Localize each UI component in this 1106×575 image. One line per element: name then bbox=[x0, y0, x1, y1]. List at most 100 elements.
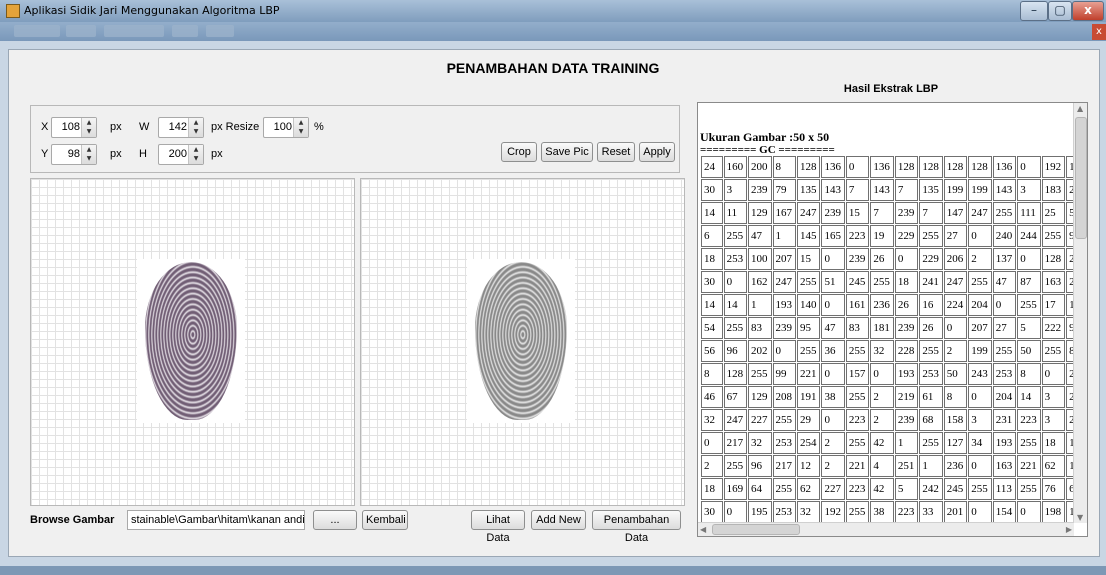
table-cell: 0 bbox=[943, 317, 968, 339]
table-cell: 129 bbox=[748, 386, 772, 408]
minimize-icon[interactable]: – bbox=[1020, 1, 1048, 21]
menu-item[interactable] bbox=[14, 25, 60, 37]
scroll-right-icon[interactable]: ▶ bbox=[1066, 525, 1072, 534]
browse-button[interactable]: ... bbox=[313, 510, 357, 530]
spinner-arrows-icon[interactable]: ▲ ▼ bbox=[188, 118, 203, 137]
percent-label: % bbox=[314, 121, 324, 133]
table-cell: 255 bbox=[845, 501, 870, 523]
scroll-up-icon[interactable]: ▲ bbox=[1077, 104, 1083, 113]
table-row: 54 255 83 239 95 47 83 181 239 26 0 207 27 5 222 9 bbox=[701, 317, 1086, 339]
table-cell: 161 bbox=[845, 294, 870, 316]
table-cell: 2 bbox=[821, 455, 845, 477]
table-cell: 247 bbox=[723, 409, 748, 431]
table-cell: 160 bbox=[723, 156, 748, 178]
table-cell: 158 bbox=[943, 409, 968, 431]
horizontal-scrollbar[interactable]: ◀ ▶ bbox=[698, 522, 1074, 536]
table-cell: 128 bbox=[796, 156, 821, 178]
x-unit-label: px bbox=[110, 121, 122, 133]
browse-path-input[interactable]: stainable\Gambar\hitam\kanan andi.jpg bbox=[127, 510, 305, 530]
table-cell: 255 bbox=[723, 455, 748, 477]
spinner-arrows-icon[interactable]: ▲ ▼ bbox=[81, 118, 96, 137]
table-cell: 207 bbox=[772, 248, 796, 270]
table-cell: 195 bbox=[748, 501, 772, 523]
table-cell: 199 bbox=[968, 179, 992, 201]
table-cell: 255 bbox=[1041, 225, 1066, 247]
spinner-arrows-icon[interactable]: ▲ ▼ bbox=[81, 145, 96, 164]
table-cell: 14 bbox=[701, 294, 723, 316]
x-spinner[interactable]: 108 ▲ ▼ bbox=[51, 117, 97, 138]
penambahan-data-button[interactable]: Penambahan Data bbox=[592, 510, 681, 544]
menu-bar: x bbox=[0, 22, 1106, 41]
table-cell: 181 bbox=[870, 317, 894, 339]
table-cell: 34 bbox=[968, 432, 992, 454]
table-cell: 253 bbox=[772, 432, 796, 454]
table-cell: 208 bbox=[772, 386, 796, 408]
table-cell: 1 bbox=[894, 432, 919, 454]
menu-item[interactable] bbox=[172, 25, 198, 37]
spinner-arrows-icon[interactable]: ▲ ▼ bbox=[293, 118, 308, 137]
table-row: 24 160 200 8 128 136 0 136 128 128 128 128 136 0 192 1 bbox=[701, 156, 1086, 178]
table-cell: 221 bbox=[845, 455, 870, 477]
table-cell: 221 bbox=[1017, 455, 1041, 477]
table-row: 14 11 129 167 247 239 15 7 239 7 147 247 255 111 25 5 bbox=[701, 202, 1086, 224]
spinner-arrows-icon[interactable]: ▲ ▼ bbox=[188, 145, 203, 164]
image-size-text: Ukuran Gambar :50 x 50 bbox=[700, 130, 830, 144]
table-cell: 247 bbox=[772, 271, 796, 293]
menu-item[interactable] bbox=[206, 25, 234, 37]
crop-control-panel: X 108 ▲ ▼ px W 142 ▲ ▼ px Resize 100 ▲ ▼ % … bbox=[30, 105, 680, 173]
table-cell: 67 bbox=[723, 386, 748, 408]
table-cell: 26 bbox=[894, 294, 919, 316]
table-cell: 163 bbox=[1041, 271, 1066, 293]
y-spinner[interactable]: 98 ▲ ▼ bbox=[51, 144, 97, 165]
table-cell: 239 bbox=[894, 317, 919, 339]
crop-button[interactable]: Crop bbox=[501, 142, 537, 162]
table-cell: 18 bbox=[701, 248, 723, 270]
table-cell: 54 bbox=[701, 317, 723, 339]
table-cell: 8 bbox=[943, 386, 968, 408]
menu-close-icon[interactable]: x bbox=[1092, 24, 1106, 40]
maximize-icon[interactable]: ▢ bbox=[1048, 1, 1072, 21]
add-new-button[interactable]: Add New bbox=[531, 510, 586, 530]
table-cell: 255 bbox=[968, 478, 992, 500]
table-cell: 0 bbox=[968, 225, 992, 247]
table-cell: 239 bbox=[748, 179, 772, 201]
resize-spinner[interactable]: 100 ▲ ▼ bbox=[263, 117, 309, 138]
table-cell: 192 bbox=[821, 501, 845, 523]
table-cell: 61 bbox=[919, 386, 943, 408]
w-label: W bbox=[139, 121, 150, 133]
save-pic-button[interactable]: Save Pic bbox=[541, 142, 593, 162]
vertical-scrollbar[interactable]: ▲ ▼ bbox=[1073, 103, 1087, 523]
lihat-data-button[interactable]: Lihat Data bbox=[471, 510, 525, 544]
table-cell: 217 bbox=[723, 432, 748, 454]
original-image-panel bbox=[30, 178, 355, 506]
menu-item[interactable] bbox=[104, 25, 164, 37]
table-cell: 0 bbox=[1017, 156, 1041, 178]
browse-label: Browse Gambar bbox=[30, 514, 115, 526]
table-cell: 201 bbox=[943, 501, 968, 523]
table-cell: 47 bbox=[821, 317, 845, 339]
horizontal-scroll-thumb[interactable] bbox=[712, 524, 800, 535]
w-spinner[interactable]: 142 ▲ ▼ bbox=[158, 117, 204, 138]
table-cell: 30 bbox=[701, 179, 723, 201]
table-cell: 255 bbox=[870, 271, 894, 293]
table-cell: 169 bbox=[723, 478, 748, 500]
table-cell: 3 bbox=[1017, 179, 1041, 201]
table-cell: 30 bbox=[701, 271, 723, 293]
vertical-scroll-thumb[interactable] bbox=[1075, 117, 1087, 239]
menu-item[interactable] bbox=[66, 25, 96, 37]
x-value: 108 bbox=[61, 121, 80, 133]
table-cell: 143 bbox=[821, 179, 845, 201]
scroll-left-icon[interactable]: ◀ bbox=[700, 525, 706, 534]
table-cell: 229 bbox=[919, 248, 943, 270]
close-icon[interactable]: x bbox=[1072, 1, 1104, 21]
reset-button[interactable]: Reset bbox=[597, 142, 635, 162]
table-cell: 3 bbox=[1041, 409, 1066, 431]
apply-button[interactable]: Apply bbox=[639, 142, 675, 162]
h-spinner[interactable]: 200 ▲ ▼ bbox=[158, 144, 204, 165]
table-cell: 223 bbox=[894, 501, 919, 523]
table-cell: 240 bbox=[992, 225, 1017, 247]
kembali-button[interactable]: Kembali bbox=[362, 510, 408, 530]
table-cell: 17 bbox=[1041, 294, 1066, 316]
table-cell: 247 bbox=[943, 271, 968, 293]
scroll-down-icon[interactable]: ▼ bbox=[1077, 513, 1083, 522]
